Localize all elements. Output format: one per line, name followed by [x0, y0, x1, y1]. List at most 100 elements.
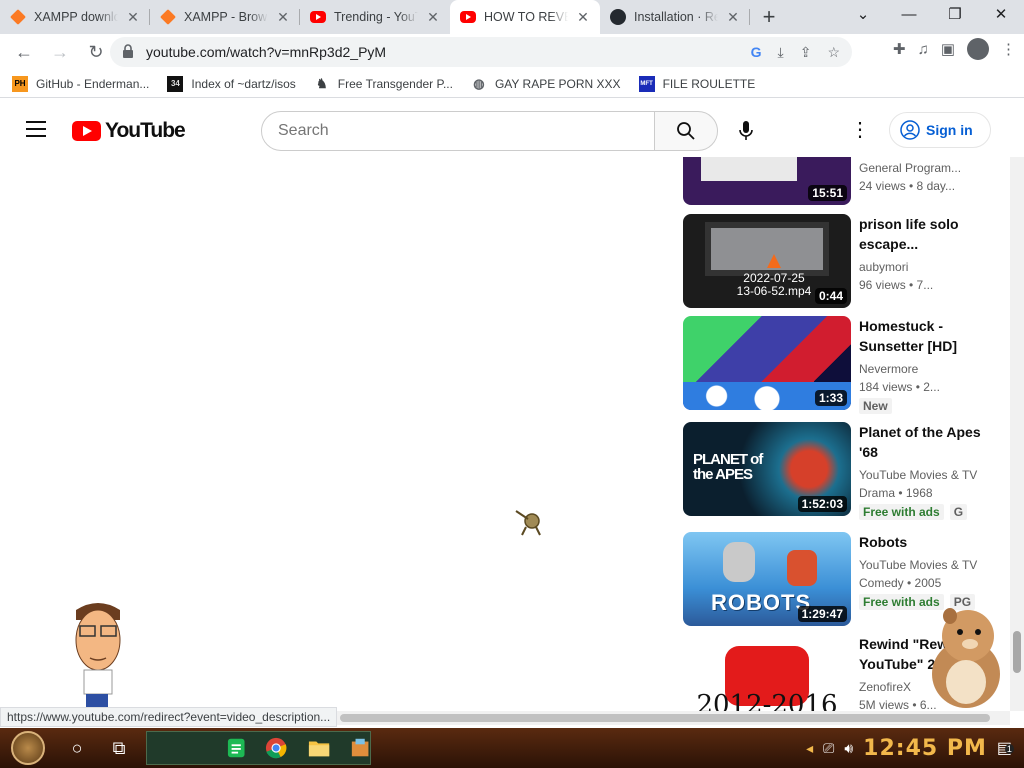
- channel-name: General Program...: [859, 161, 962, 175]
- system-clock[interactable]: 12:45 PM: [863, 736, 987, 761]
- menu-icon[interactable]: [26, 121, 46, 142]
- youtube-wordmark: YouTube: [105, 119, 186, 142]
- tray-overflow-icon[interactable]: ◂: [806, 740, 813, 757]
- video-thumbnail[interactable]: 1:33: [683, 316, 851, 410]
- youtube-logo[interactable]: YouTube: [72, 119, 186, 143]
- video-duration: 1:33: [814, 390, 847, 406]
- video-stats: 24 views • 8 day...: [859, 179, 956, 193]
- cortana-icon[interactable]: ○: [56, 728, 98, 768]
- bookmarks-bar: PH GitHub - Enderman... 34 Index of ~dar…: [0, 70, 1024, 98]
- close-icon[interactable]: ✕: [726, 9, 740, 26]
- account-icon: [900, 120, 920, 140]
- bookmark-4[interactable]: ◍ GAY RAPE PORN XXX: [471, 75, 620, 92]
- close-icon[interactable]: ✕: [426, 9, 440, 26]
- notifications-icon[interactable]: ▤1: [997, 738, 1014, 758]
- close-icon[interactable]: ✕: [276, 9, 290, 26]
- thumbnail-text: 2012-2016: [696, 690, 838, 712]
- video-duration: 0:44: [814, 288, 847, 304]
- related-video-item[interactable]: 15:51 General Program... 24 views • 8 da…: [683, 157, 1003, 207]
- network-icon[interactable]: ⎚: [823, 740, 834, 757]
- bookmark-github[interactable]: PH GitHub - Enderman...: [12, 75, 149, 92]
- search-button[interactable]: [654, 111, 718, 151]
- task-view-icon[interactable]: ⧉: [98, 728, 140, 768]
- video-thumbnail[interactable]: 2022-07-25 13-06-52.mp4 0:44: [683, 214, 851, 308]
- video-title[interactable]: Robots: [859, 532, 989, 552]
- video-title[interactable]: prison life solo escape...: [859, 214, 989, 254]
- rating-badge: G: [949, 504, 968, 520]
- search-input[interactable]: Search: [261, 111, 655, 151]
- ph-icon: PH: [12, 75, 28, 92]
- related-video-item[interactable]: PLANET of the APES 1:52:03 Planet of the…: [683, 422, 1003, 520]
- sign-in-button[interactable]: Sign in: [889, 112, 991, 148]
- windows-taskbar: ○ ⧉ ◂ ⎚ 🔊︎ 12:45 PM ▤1: [0, 728, 1024, 768]
- media-control-icon[interactable]: ♫: [918, 41, 929, 58]
- globe-icon: ◍: [473, 75, 485, 91]
- site-icon: ♞: [315, 75, 328, 91]
- system-tray: ◂ ⎚ 🔊︎ 12:45 PM ▤1: [806, 736, 1024, 761]
- app-icon[interactable]: [350, 737, 370, 759]
- settings-menu-icon[interactable]: ⋮: [850, 119, 870, 141]
- screen: XAMPP downloads ✕ XAMPP - Browse ✕ Trend…: [0, 0, 1024, 768]
- microphone-icon: [739, 121, 753, 140]
- video-thumbnail[interactable]: 15:51: [683, 157, 851, 205]
- tab-search-icon[interactable]: ⌄: [840, 0, 886, 32]
- install-icon[interactable]: ⤓: [778, 44, 784, 61]
- forward-icon[interactable]: →: [44, 36, 76, 68]
- bookmark-file-roulette[interactable]: MFT FILE ROULETTE: [638, 75, 755, 92]
- voice-search-button[interactable]: [732, 117, 760, 145]
- back-icon[interactable]: ←: [8, 36, 40, 68]
- video-thumbnail[interactable]: PLANET of the APES 1:52:03: [683, 422, 851, 516]
- spotify-icon[interactable]: [227, 737, 245, 759]
- tab-installation[interactable]: Installation · Reb ✕: [600, 0, 750, 34]
- new-badge: New: [859, 398, 892, 414]
- vertical-scrollbar[interactable]: [1010, 157, 1024, 711]
- tab-title: HOW TO REVERSE: [484, 10, 568, 24]
- chrome-menu-icon[interactable]: ⋮: [1001, 40, 1016, 58]
- reload-icon[interactable]: ↻: [80, 36, 112, 68]
- volume-icon[interactable]: 🔊︎: [844, 740, 853, 757]
- extensions-icon[interactable]: ✚: [893, 40, 906, 58]
- thumbnail-text: 2022-07-25 13-06-52.mp4: [736, 271, 812, 298]
- close-icon[interactable]: ✕: [126, 9, 140, 26]
- channel-name: YouTube Movies & TV: [859, 468, 978, 482]
- restore-icon[interactable]: ❐: [932, 0, 978, 32]
- share-icon[interactable]: ⇪: [800, 44, 812, 61]
- mft-icon: MFT: [638, 75, 655, 92]
- minimize-icon[interactable]: —: [886, 0, 932, 32]
- video-stats: Drama • 1968: [859, 486, 933, 500]
- address-bar[interactable]: youtube.com/watch?v=mnRp3d2_PyM G ⤓ ⇪ ☆: [110, 37, 852, 67]
- tab-title: Installation · Reb: [634, 10, 718, 24]
- channel-name: aubymori: [859, 260, 909, 274]
- video-thumbnail[interactable]: ROBOTS 1:29:47: [683, 532, 851, 626]
- close-window-icon[interactable]: ✕: [978, 0, 1024, 32]
- file-explorer-icon[interactable]: [308, 738, 330, 758]
- bookmark-3[interactable]: ♞ Free Transgender P...: [314, 76, 453, 92]
- start-button[interactable]: [0, 728, 56, 768]
- url-text: youtube.com/watch?v=mnRp3d2_PyM: [146, 44, 387, 60]
- hank-hill-character: [75, 603, 121, 720]
- chrome-icon[interactable]: [265, 736, 287, 760]
- tab-xampp-downloads[interactable]: XAMPP downloads ✕: [0, 0, 150, 34]
- thumbnail-text: PLANET of the APES: [693, 451, 763, 483]
- youtube-play-icon: [72, 121, 101, 141]
- related-video-item[interactable]: 2022-07-25 13-06-52.mp4 0:44 prison life…: [683, 214, 1003, 310]
- side-panel-icon[interactable]: ▣: [941, 40, 955, 58]
- google-lens-icon[interactable]: G: [751, 44, 762, 61]
- channel-name: Nevermore: [859, 362, 919, 376]
- bookmark-isos[interactable]: 34 Index of ~dartz/isos: [167, 75, 296, 92]
- tab-trending-youtube[interactable]: Trending - YouTube ✕: [300, 0, 450, 34]
- tab-active-video[interactable]: HOW TO REVERSE ✕: [450, 0, 600, 34]
- video-duration: 1:52:03: [797, 496, 847, 512]
- video-title[interactable]: Planet of the Apes '68: [859, 422, 989, 462]
- link-status-bubble: https://www.youtube.com/redirect?event=v…: [0, 707, 338, 727]
- tab-xampp-browse[interactable]: XAMPP - Browse ✕: [150, 0, 300, 34]
- close-icon[interactable]: ✕: [576, 9, 590, 26]
- new-tab-button[interactable]: +: [750, 0, 788, 34]
- bookmark-star-icon[interactable]: ☆: [827, 44, 840, 61]
- tab-title: XAMPP downloads: [34, 10, 118, 24]
- related-video-item[interactable]: 1:33 Homestuck - Sunsetter [HD] Nevermor…: [683, 316, 1003, 414]
- hamster-character: [932, 608, 1000, 708]
- video-title[interactable]: Homestuck - Sunsetter [HD]: [859, 316, 989, 356]
- profile-icon[interactable]: [967, 38, 989, 60]
- video-thumbnail[interactable]: 2012-2016: [683, 634, 851, 712]
